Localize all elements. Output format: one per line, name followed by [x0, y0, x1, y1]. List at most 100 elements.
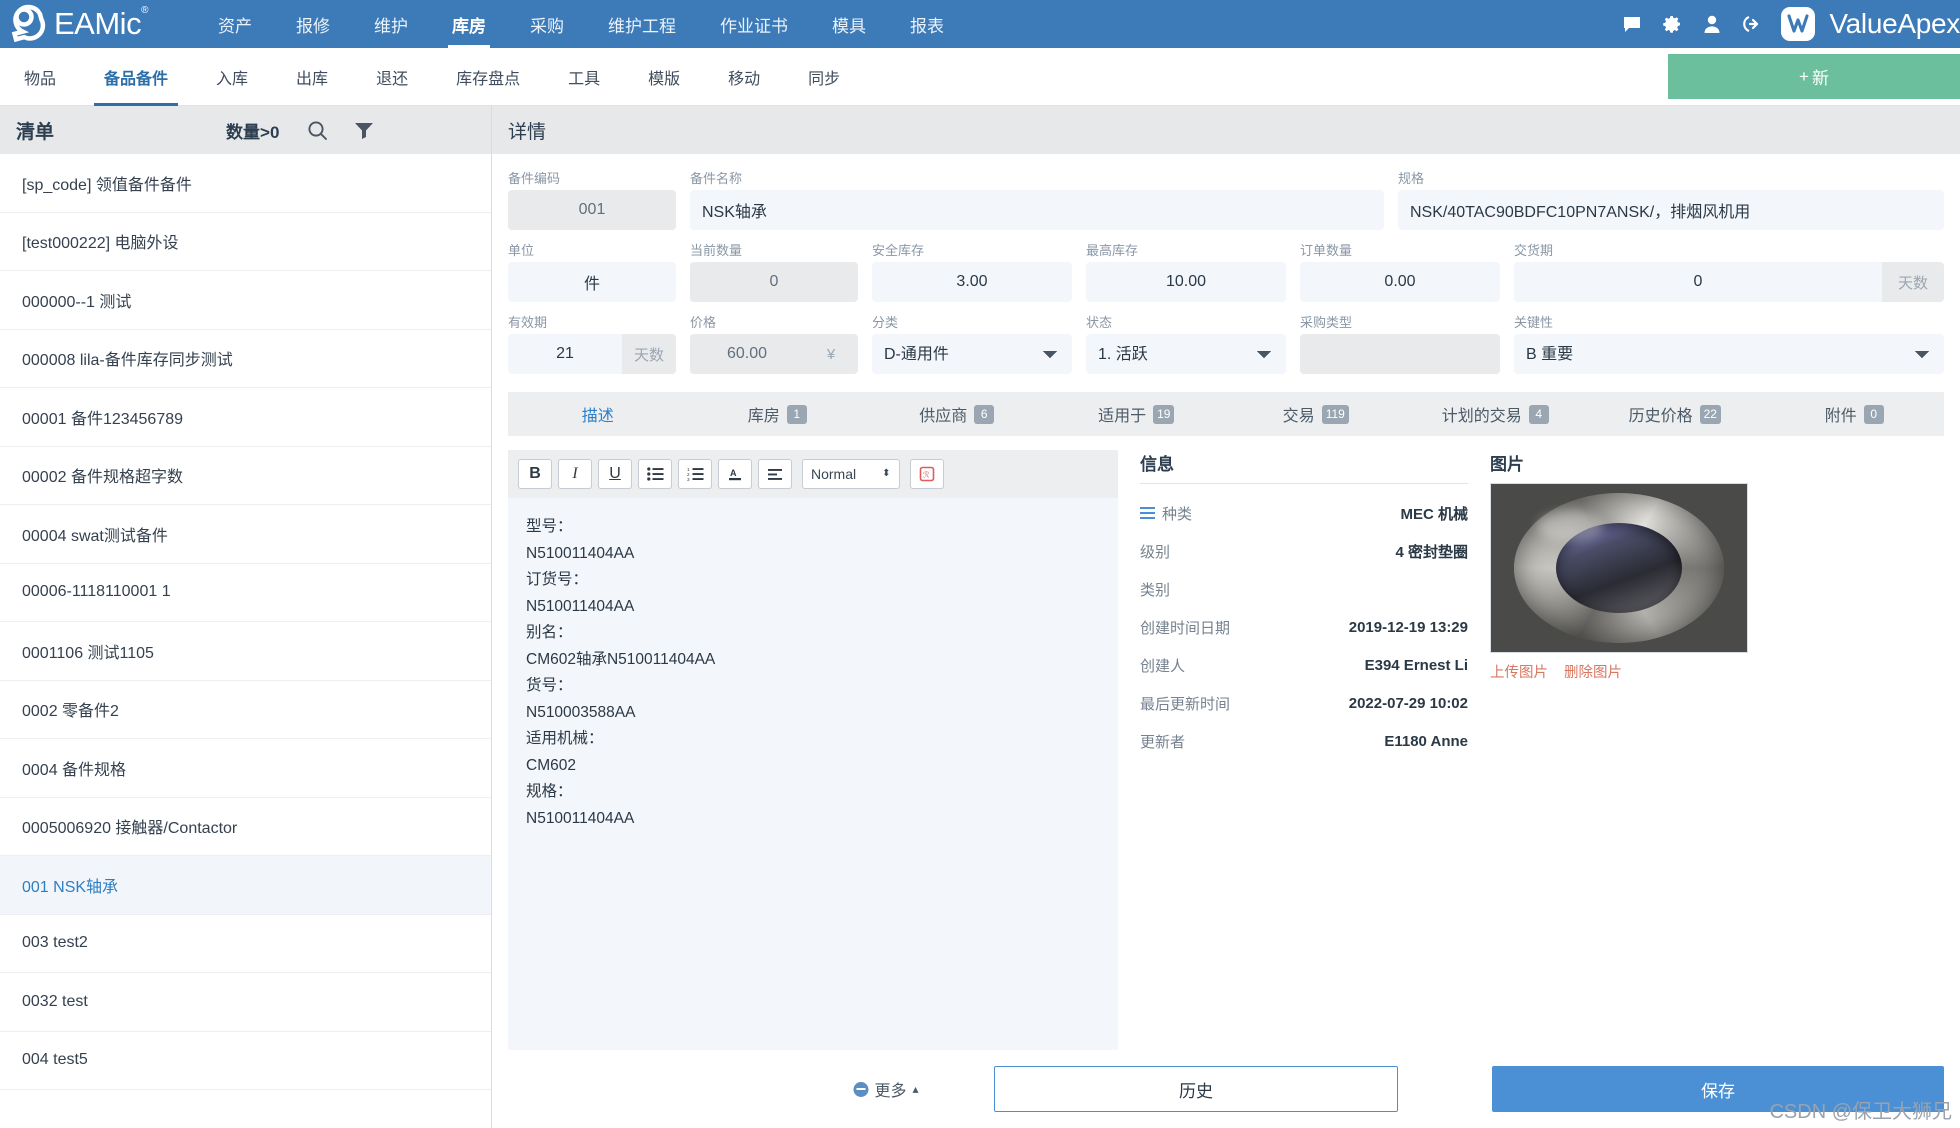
field-order-qty-label: 订单数量: [1300, 240, 1500, 257]
spec-input[interactable]: [1398, 190, 1944, 230]
numbered-list-icon[interactable]: 123: [678, 459, 712, 489]
tab-planned-transactions[interactable]: 计划的交易 4: [1406, 392, 1586, 436]
italic-icon[interactable]: I: [558, 459, 592, 489]
info-key: 更新者: [1140, 731, 1185, 752]
logout-icon[interactable]: [1735, 7, 1769, 41]
status-select[interactable]: 1. 活跃: [1086, 334, 1286, 374]
list-item[interactable]: 00004 swat测试备件: [0, 505, 491, 564]
tab-sync[interactable]: 同步: [784, 48, 864, 105]
nav-item-maintenance-engineering[interactable]: 维护工程: [586, 0, 698, 48]
delete-image-link[interactable]: 删除图片: [1564, 661, 1622, 682]
tab-return[interactable]: 退还: [352, 48, 432, 105]
nav-item-warehouse[interactable]: 库房: [430, 0, 508, 48]
tab-transactions[interactable]: 交易 119: [1226, 392, 1406, 436]
tab-items[interactable]: 物品: [0, 48, 80, 105]
tab-spare-parts[interactable]: 备品备件: [80, 48, 192, 105]
bulleted-list-icon[interactable]: [638, 459, 672, 489]
quantity-filter-label[interactable]: 数量>0: [226, 118, 279, 143]
tab-price-history[interactable]: 历史价格 22: [1585, 392, 1765, 436]
nav-item-assets[interactable]: 资产: [196, 0, 274, 48]
code-input[interactable]: [508, 190, 676, 230]
format-select[interactable]: Normal ⬍: [802, 459, 900, 489]
app-logo[interactable]: EAMic ®: [0, 4, 196, 44]
detail-tabs: 描述 库房 1 供应商 6 适用于 19 交易 119 计划的交易 4: [508, 392, 1944, 436]
list-item[interactable]: 0002 零备件2: [0, 681, 491, 740]
nav-item-reports[interactable]: 报表: [888, 0, 966, 48]
tab-applicable-to[interactable]: 适用于 19: [1047, 392, 1227, 436]
lead-time-input[interactable]: [1514, 262, 1882, 302]
max-stock-input[interactable]: [1086, 262, 1286, 302]
list-item[interactable]: 0001106 测试1105: [0, 622, 491, 681]
list-item[interactable]: 00001 备件123456789: [0, 388, 491, 447]
text-color-icon[interactable]: A: [718, 459, 752, 489]
upload-image-link[interactable]: 上传图片: [1490, 661, 1548, 682]
bold-icon[interactable]: B: [518, 459, 552, 489]
image-panel-title: 图片: [1490, 450, 1944, 475]
tab-warehouse[interactable]: 库房 1: [688, 392, 868, 436]
underline-icon[interactable]: U: [598, 459, 632, 489]
order-qty-input[interactable]: [1300, 262, 1500, 302]
tab-supplier-badge: 6: [974, 405, 994, 424]
list-item[interactable]: 000000--1 测试: [0, 271, 491, 330]
tab-templates[interactable]: 模版: [624, 48, 704, 105]
gear-icon[interactable]: [1655, 7, 1689, 41]
tab-stock-count[interactable]: 库存盘点: [432, 48, 544, 105]
minus-circle-icon: [853, 1082, 868, 1097]
list-item[interactable]: 004 test5: [0, 1032, 491, 1091]
criticality-select[interactable]: B 重要: [1514, 334, 1944, 374]
user-icon[interactable]: [1695, 7, 1729, 41]
list-item[interactable]: 00002 备件规格超字数: [0, 447, 491, 506]
save-button[interactable]: 保存: [1492, 1066, 1944, 1112]
search-icon[interactable]: [307, 120, 328, 141]
chat-icon[interactable]: [1615, 7, 1649, 41]
app-name: EAMic: [54, 4, 141, 44]
tab-stock-out[interactable]: 出库: [272, 48, 352, 105]
name-input[interactable]: [690, 190, 1384, 230]
current-qty-input[interactable]: [690, 262, 858, 302]
description-text[interactable]: 型号： N510011404AA 订货号： N510011404AA 别名： C…: [508, 498, 1118, 1050]
svg-text:ℛ: ℛ: [923, 471, 930, 480]
list-item[interactable]: 0032 test: [0, 973, 491, 1032]
history-button[interactable]: 历史: [994, 1066, 1398, 1112]
tab-description[interactable]: 描述: [508, 392, 688, 436]
field-spec-label: 规格: [1398, 168, 1944, 185]
list-item[interactable]: 00006-1118110001 1: [0, 564, 491, 623]
list-item[interactable]: 000008 lila-备件库存同步测试: [0, 330, 491, 389]
purchase-type-input[interactable]: [1300, 334, 1500, 374]
tab-attachments[interactable]: 附件 0: [1765, 392, 1945, 436]
list-item-selected[interactable]: 001 NSK轴承: [0, 856, 491, 915]
nav-item-mold[interactable]: 模具: [810, 0, 888, 48]
nav-item-purchasing[interactable]: 采购: [508, 0, 586, 48]
format-select-value: Normal: [811, 466, 856, 482]
info-row: 最后更新时间 2022-07-29 10:02: [1140, 684, 1468, 722]
nav-item-maintenance[interactable]: 维护: [352, 0, 430, 48]
new-button[interactable]: +新: [1668, 54, 1960, 99]
list-item[interactable]: [test000222] 电脑外设: [0, 213, 491, 272]
tab-tools[interactable]: 工具: [544, 48, 624, 105]
list-item[interactable]: 003 test2: [0, 915, 491, 974]
safety-stock-input[interactable]: [872, 262, 1072, 302]
main-nav: 资产 报修 维护 库房 采购 维护工程 作业证书 模具 报表: [196, 0, 966, 48]
field-validity-label: 有效期: [508, 312, 676, 329]
align-icon[interactable]: [758, 459, 792, 489]
tab-stock-in[interactable]: 入库: [192, 48, 272, 105]
nav-item-repair[interactable]: 报修: [274, 0, 352, 48]
nav-item-work-permit[interactable]: 作业证书: [698, 0, 810, 48]
detail-form: 备件编码 备件名称 规格 单位 当前数量: [492, 154, 1960, 388]
category-select[interactable]: D-通用件: [872, 334, 1072, 374]
list-item[interactable]: 0004 备件规格: [0, 739, 491, 798]
list-item[interactable]: [sp_code] 领值备件备件: [0, 154, 491, 213]
validity-input[interactable]: [508, 334, 622, 374]
clear-format-icon[interactable]: ℛ: [910, 459, 944, 489]
unit-input[interactable]: [508, 262, 676, 302]
list-item[interactable]: 0005006920 接触器/Contactor: [0, 798, 491, 857]
list-panel-title: 清单: [16, 117, 54, 144]
filter-icon[interactable]: [354, 121, 374, 139]
more-button[interactable]: 更多 ▴: [853, 1077, 918, 1101]
plus-icon: +: [1799, 67, 1809, 87]
tab-move[interactable]: 移动: [704, 48, 784, 105]
price-input[interactable]: [690, 334, 804, 374]
info-value: E394 Ernest Li: [1365, 657, 1468, 674]
tab-supplier[interactable]: 供应商 6: [867, 392, 1047, 436]
form-row-2: 单位 当前数量 安全库存 最高库存 订单数量: [508, 240, 1944, 302]
